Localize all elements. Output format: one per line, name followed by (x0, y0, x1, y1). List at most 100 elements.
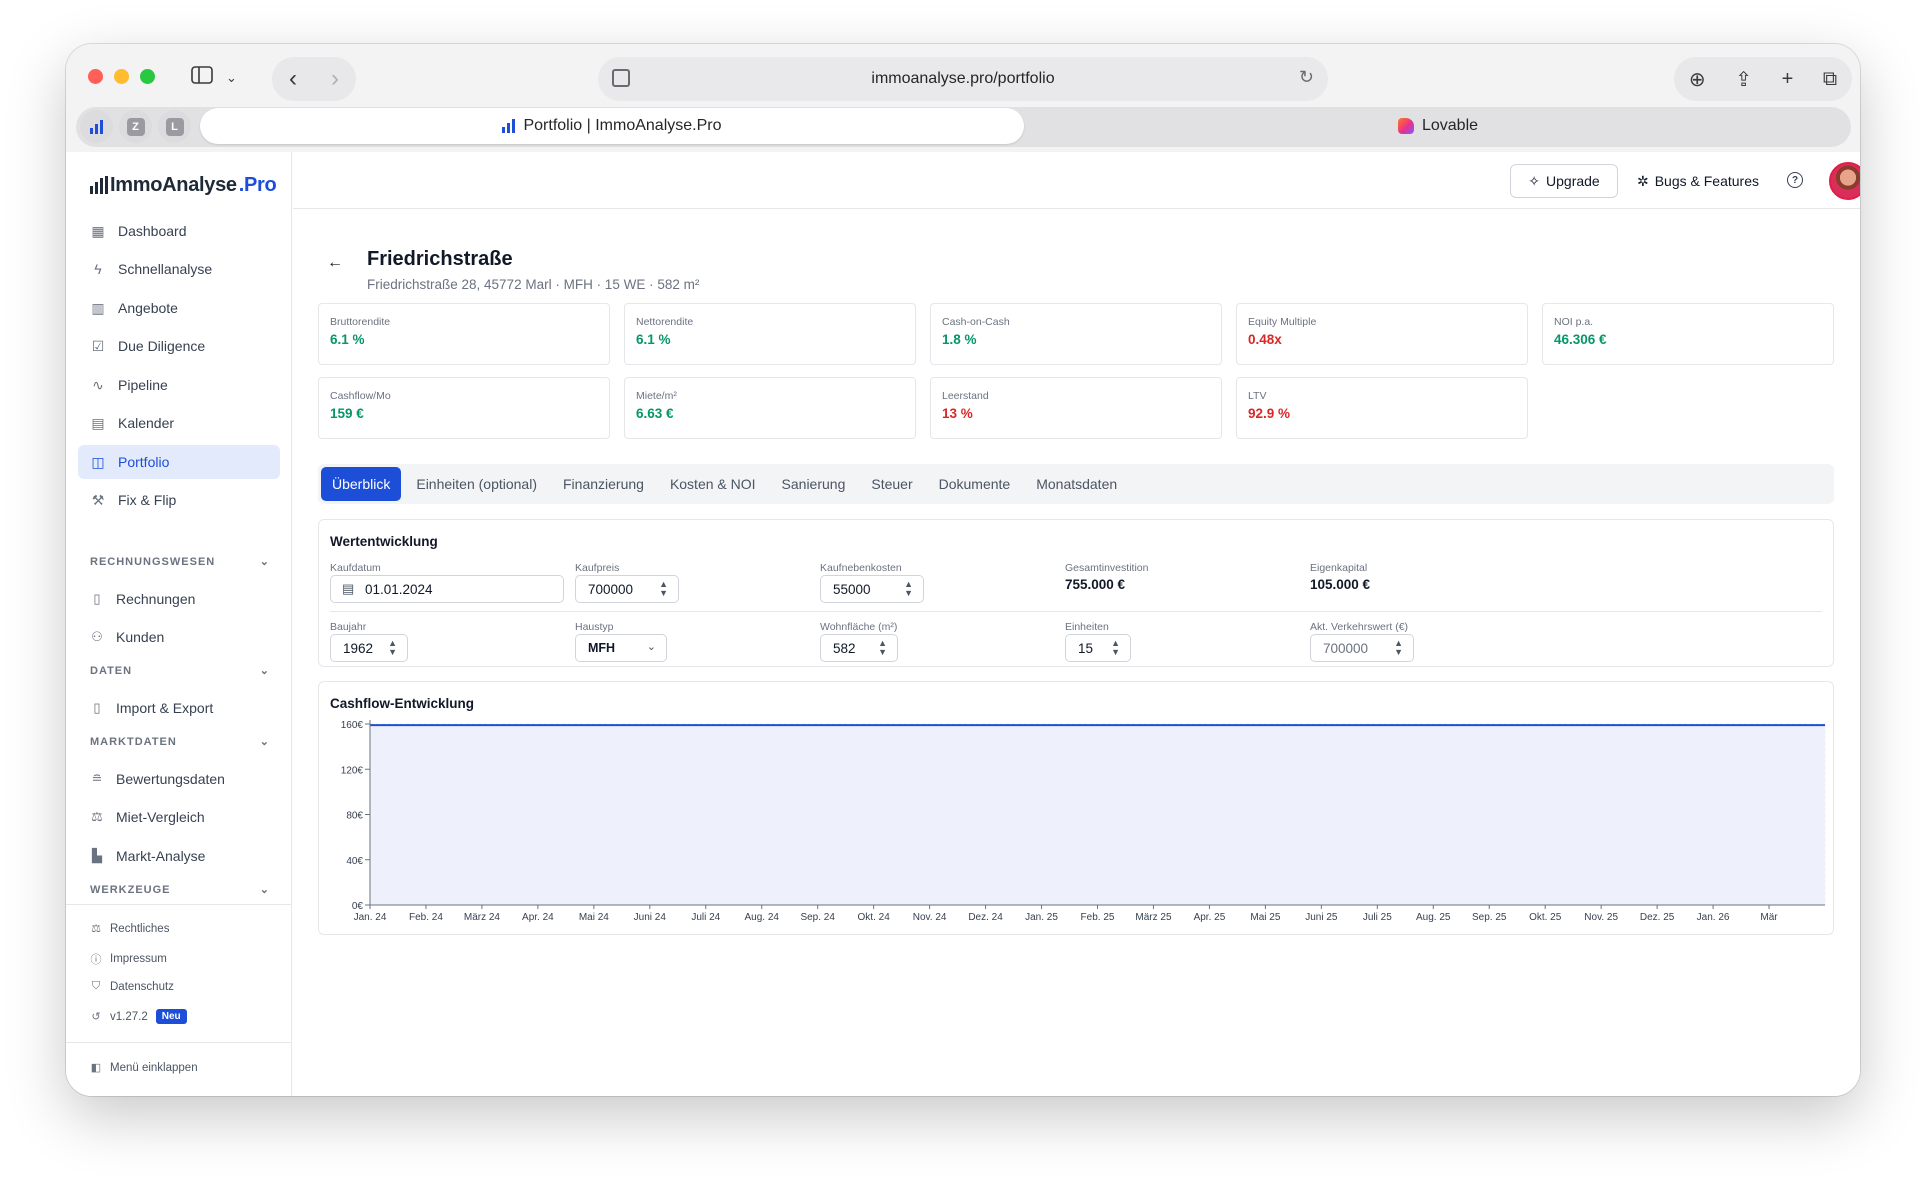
shield-icon: ⛉ (91, 980, 101, 992)
tab-monatsdaten[interactable]: Monatsdaten (1025, 467, 1128, 501)
share-icon[interactable]: ⇪ (1735, 67, 1752, 92)
sidebar-item-kunden[interactable]: ⚇ Kunden (90, 629, 164, 645)
footer-link-datenschutz[interactable]: ⛉ Datenschutz (90, 980, 174, 993)
sidebar-item-schnellanalyse[interactable]: ϟ Schnellanalyse (78, 252, 280, 286)
sidebar-toggle-icon[interactable] (190, 66, 214, 90)
footer-link-rechtliches[interactable]: ⚖ Rechtliches (90, 922, 169, 936)
x-tick-label: Feb. 24 (409, 912, 443, 923)
stepper-icon[interactable]: ▲ ▼ (388, 639, 397, 657)
kpi-value: 6.1 % (636, 332, 671, 347)
field-label: Wohnfläche (m²) (820, 621, 898, 633)
back-arrow-icon[interactable]: ‹ (289, 65, 297, 93)
kpi-label: Cashflow/Mo (330, 390, 391, 402)
field-value: 01.01.2024 (365, 581, 433, 597)
sidebar-item-label: Angebote (118, 300, 178, 316)
x-tick-label: Sep. 25 (1472, 912, 1507, 923)
bugs-features-button[interactable]: ✲ Bugs & Features (1623, 164, 1773, 198)
footer-link-impressum[interactable]: ⓘ Impressum (90, 951, 167, 967)
help-icon[interactable]: ? (1787, 172, 1803, 188)
browser-tab-portfolio[interactable]: Portfolio | ImmoAnalyse.Pro (200, 108, 1024, 144)
baujahr-field[interactable]: 1962 ▲ ▼ (330, 634, 408, 662)
kpi-value: 92.9 % (1248, 406, 1291, 421)
briefcase-icon: ◫ (91, 453, 105, 470)
close-window-button[interactable] (88, 69, 103, 84)
tab-ueberblick[interactable]: Überblick (321, 467, 402, 501)
kaufpreis-field[interactable]: 700000 ▲ ▼ (575, 575, 679, 603)
stepper-icon[interactable]: ▲ ▼ (659, 580, 668, 598)
stepper-icon[interactable]: ▲ ▼ (904, 580, 913, 598)
cashflow-area (370, 725, 1825, 905)
stepper-icon[interactable]: ▲ ▼ (1111, 639, 1120, 657)
x-tick-label: März 24 (464, 912, 501, 923)
x-tick-label: Dez. 24 (968, 912, 1003, 923)
app: ImmoAnalyse .Pro ▦ Dashboard ϟ Schnellanaly… (66, 152, 1860, 1096)
browser-tab-lovable[interactable]: Lovable (1026, 108, 1850, 144)
tab-dokumente[interactable]: Dokumente (928, 467, 1022, 501)
version-info[interactable]: ↺ v1.27.2 Neu (90, 1009, 187, 1024)
sidebar-item-pipeline[interactable]: ∿ Pipeline (78, 368, 280, 402)
field-value: 55000 (833, 581, 871, 597)
url-text: immoanalyse.pro/portfolio (871, 70, 1055, 87)
collapse-menu-button[interactable]: ◧ Menü einklappen (90, 1061, 198, 1075)
verkehrswert-field[interactable]: 700000 ▲ ▼ (1310, 634, 1414, 662)
sidebar-item-label: Markt-Analyse (116, 848, 206, 864)
sidebar-item-fix-flip[interactable]: ⚒ Fix & Flip (78, 483, 280, 517)
new-tab-icon[interactable]: + (1782, 68, 1794, 91)
sidebar-item-portfolio[interactable]: ◫ Portfolio (78, 445, 280, 479)
download-icon[interactable]: ⊕ (1689, 67, 1706, 92)
tab-einheiten[interactable]: Einheiten (optional) (405, 467, 548, 501)
sidebar-item-due-diligence[interactable]: ☑ Due Diligence (78, 329, 280, 363)
top-bar: ✧ Upgrade ✲ Bugs & Features ? (293, 152, 1860, 209)
sidebar-item-miet-vergleich[interactable]: ⚖ Miet-Vergleich (90, 809, 205, 825)
sidebar-item-dashboard[interactable]: ▦ Dashboard (78, 214, 280, 248)
forward-arrow-icon[interactable]: › (331, 65, 339, 93)
sidebar-item-markt-analyse[interactable]: ▙ Markt-Analyse (90, 848, 205, 864)
scale-icon: ⚖ (91, 923, 101, 935)
cashflow-chart: 0€ 40€ 80€ 120€ 160€ Jan. 24 Feb. 24 März 24 Apr… (341, 720, 1826, 923)
bugs-label: Bugs & Features (1654, 173, 1759, 189)
tab-sanierung[interactable]: Sanierung (771, 467, 857, 501)
x-tick-label: Mai 25 (1250, 912, 1280, 923)
page-settings-icon[interactable] (612, 69, 630, 87)
tab-steuer[interactable]: Steuer (860, 467, 923, 501)
bar-chart-icon (90, 119, 103, 134)
file-icon: ▯ (93, 591, 101, 606)
app-logo[interactable]: ImmoAnalyse .Pro (90, 174, 277, 197)
section-marktdaten[interactable]: MARKTDATEN ⌄ (90, 735, 270, 749)
pinned-tab-l[interactable]: L (158, 110, 191, 143)
minimize-window-button[interactable] (114, 69, 129, 84)
stepper-icon[interactable]: ▲ ▼ (1394, 639, 1403, 657)
kpi-value: 1.8 % (942, 332, 977, 347)
address-bar[interactable]: immoanalyse.pro/portfolio ↻ (598, 57, 1328, 101)
stepper-icon[interactable]: ▲ ▼ (878, 639, 887, 657)
sidebar-item-kalender[interactable]: ▤ Kalender (78, 406, 280, 440)
tab-finanzierung[interactable]: Finanzierung (552, 467, 655, 501)
sidebar-item-rechnungen[interactable]: ▯ Rechnungen (90, 591, 195, 607)
tab-overview-icon[interactable]: ⧉ (1823, 68, 1837, 91)
kpi-value: 46.306 € (1554, 332, 1607, 347)
haustyp-select[interactable]: MFH ⌄ (575, 634, 667, 662)
sidebar-item-bewertungsdaten[interactable]: ≘ Bewertungsdaten (90, 771, 225, 787)
x-tick-label: Nov. 24 (913, 912, 947, 923)
wohnflaeche-field[interactable]: 582 ▲ ▼ (820, 634, 898, 662)
bolt-icon: ϟ (94, 261, 102, 277)
avatar[interactable] (1829, 162, 1860, 200)
sidebar-item-angebote[interactable]: ▥ Angebote (78, 291, 280, 325)
section-rechnungswesen[interactable]: RECHNUNGSWESEN ⌄ (90, 555, 270, 569)
einheiten-field[interactable]: 15 ▲ ▼ (1065, 634, 1131, 662)
activity-icon: ∿ (92, 376, 104, 393)
tab-title: Lovable (1421, 117, 1479, 134)
pinned-tab-immoanalyse[interactable] (80, 110, 113, 143)
section-werkzeuge[interactable]: WERKZEUGE ⌄ (90, 883, 270, 897)
section-daten[interactable]: DATEN ⌄ (90, 664, 270, 678)
chevron-down-icon[interactable]: ⌄ (226, 66, 237, 90)
maximize-window-button[interactable] (140, 69, 155, 84)
sidebar-item-import-export[interactable]: ▯ Import & Export (90, 700, 213, 716)
kaufdatum-field[interactable]: ▤ 01.01.2024 (330, 575, 564, 603)
reload-icon[interactable]: ↻ (1299, 67, 1314, 88)
pinned-tab-z[interactable]: Z (119, 110, 152, 143)
back-arrow-icon[interactable]: ← (327, 254, 343, 272)
tab-kosten-noi[interactable]: Kosten & NOI (659, 467, 767, 501)
upgrade-button[interactable]: ✧ Upgrade (1510, 164, 1618, 198)
kaufnebenkosten-field[interactable]: 55000 ▲ ▼ (820, 575, 924, 603)
